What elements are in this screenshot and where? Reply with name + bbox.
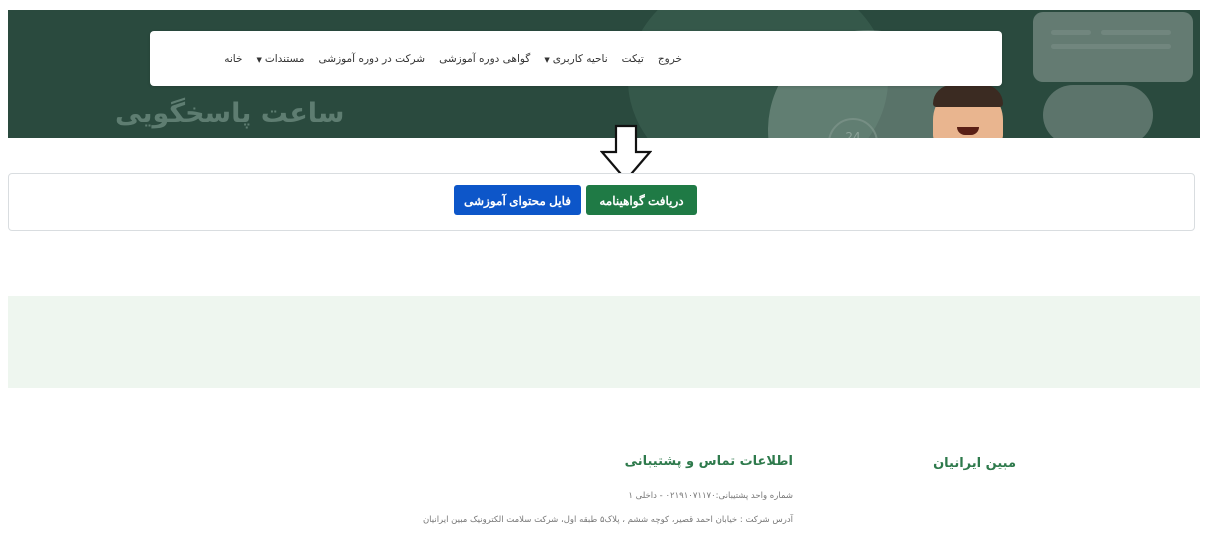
top-navbar: خانه مستندات▼ شرکت در دوره آموزشی گواهی دور… <box>150 31 1002 86</box>
nav-item-label: خانه <box>224 52 243 65</box>
nav-item[interactable]: مستندات▼ <box>256 53 304 65</box>
chevron-down-icon: ▼ <box>544 55 550 64</box>
footer-address: آدرس شرکت : خیابان احمد قصیر، کوچه ششم ،… <box>422 515 793 525</box>
nav-item[interactable]: خروج <box>658 53 682 65</box>
educational-content-file-button[interactable]: فایل محتوای آموزشی <box>454 185 581 215</box>
nav-item-label: گواهی دوره آموزشی <box>439 52 531 65</box>
support-agent-illustration <box>933 85 1003 138</box>
chat-bubble-icon <box>1043 85 1153 138</box>
hero-title: ساعت پاسخگویی <box>115 98 345 129</box>
nav-item-label: ناحیه کاربری <box>552 52 608 65</box>
chevron-down-icon: ▼ <box>256 55 262 64</box>
nav-item-label: تیکت <box>621 52 644 65</box>
footer-phone: شماره واحد پشتیبانی:۰۲۱۹۱۰۷۱۱۷۰ - داخلی … <box>628 491 793 501</box>
footer-contact-title: اطلاعات تماس و پشتیبانی <box>624 454 793 469</box>
nav-menu: خانه مستندات▼ شرکت در دوره آموزشی گواهی دور… <box>224 31 682 86</box>
nav-item[interactable]: شرکت در دوره آموزشی <box>319 53 426 65</box>
footer-company-name: مبین ایرانیان <box>933 456 1016 471</box>
nav-item[interactable]: خانه <box>224 53 242 65</box>
nav-item[interactable]: تیکت <box>622 53 644 65</box>
nav-item-label: خروج <box>657 52 682 65</box>
get-certificate-button[interactable]: دریافت گواهینامه <box>586 185 697 215</box>
footer-band <box>8 296 1200 388</box>
nav-item[interactable]: ناحیه کاربری▼ <box>544 53 607 65</box>
nav-item[interactable]: گواهی دوره آموزشی <box>439 53 530 65</box>
chat-bubble-icon <box>1033 12 1193 82</box>
nav-item-label: مستندات <box>264 52 305 65</box>
nav-item-label: شرکت در دوره آموزشی <box>318 52 426 65</box>
